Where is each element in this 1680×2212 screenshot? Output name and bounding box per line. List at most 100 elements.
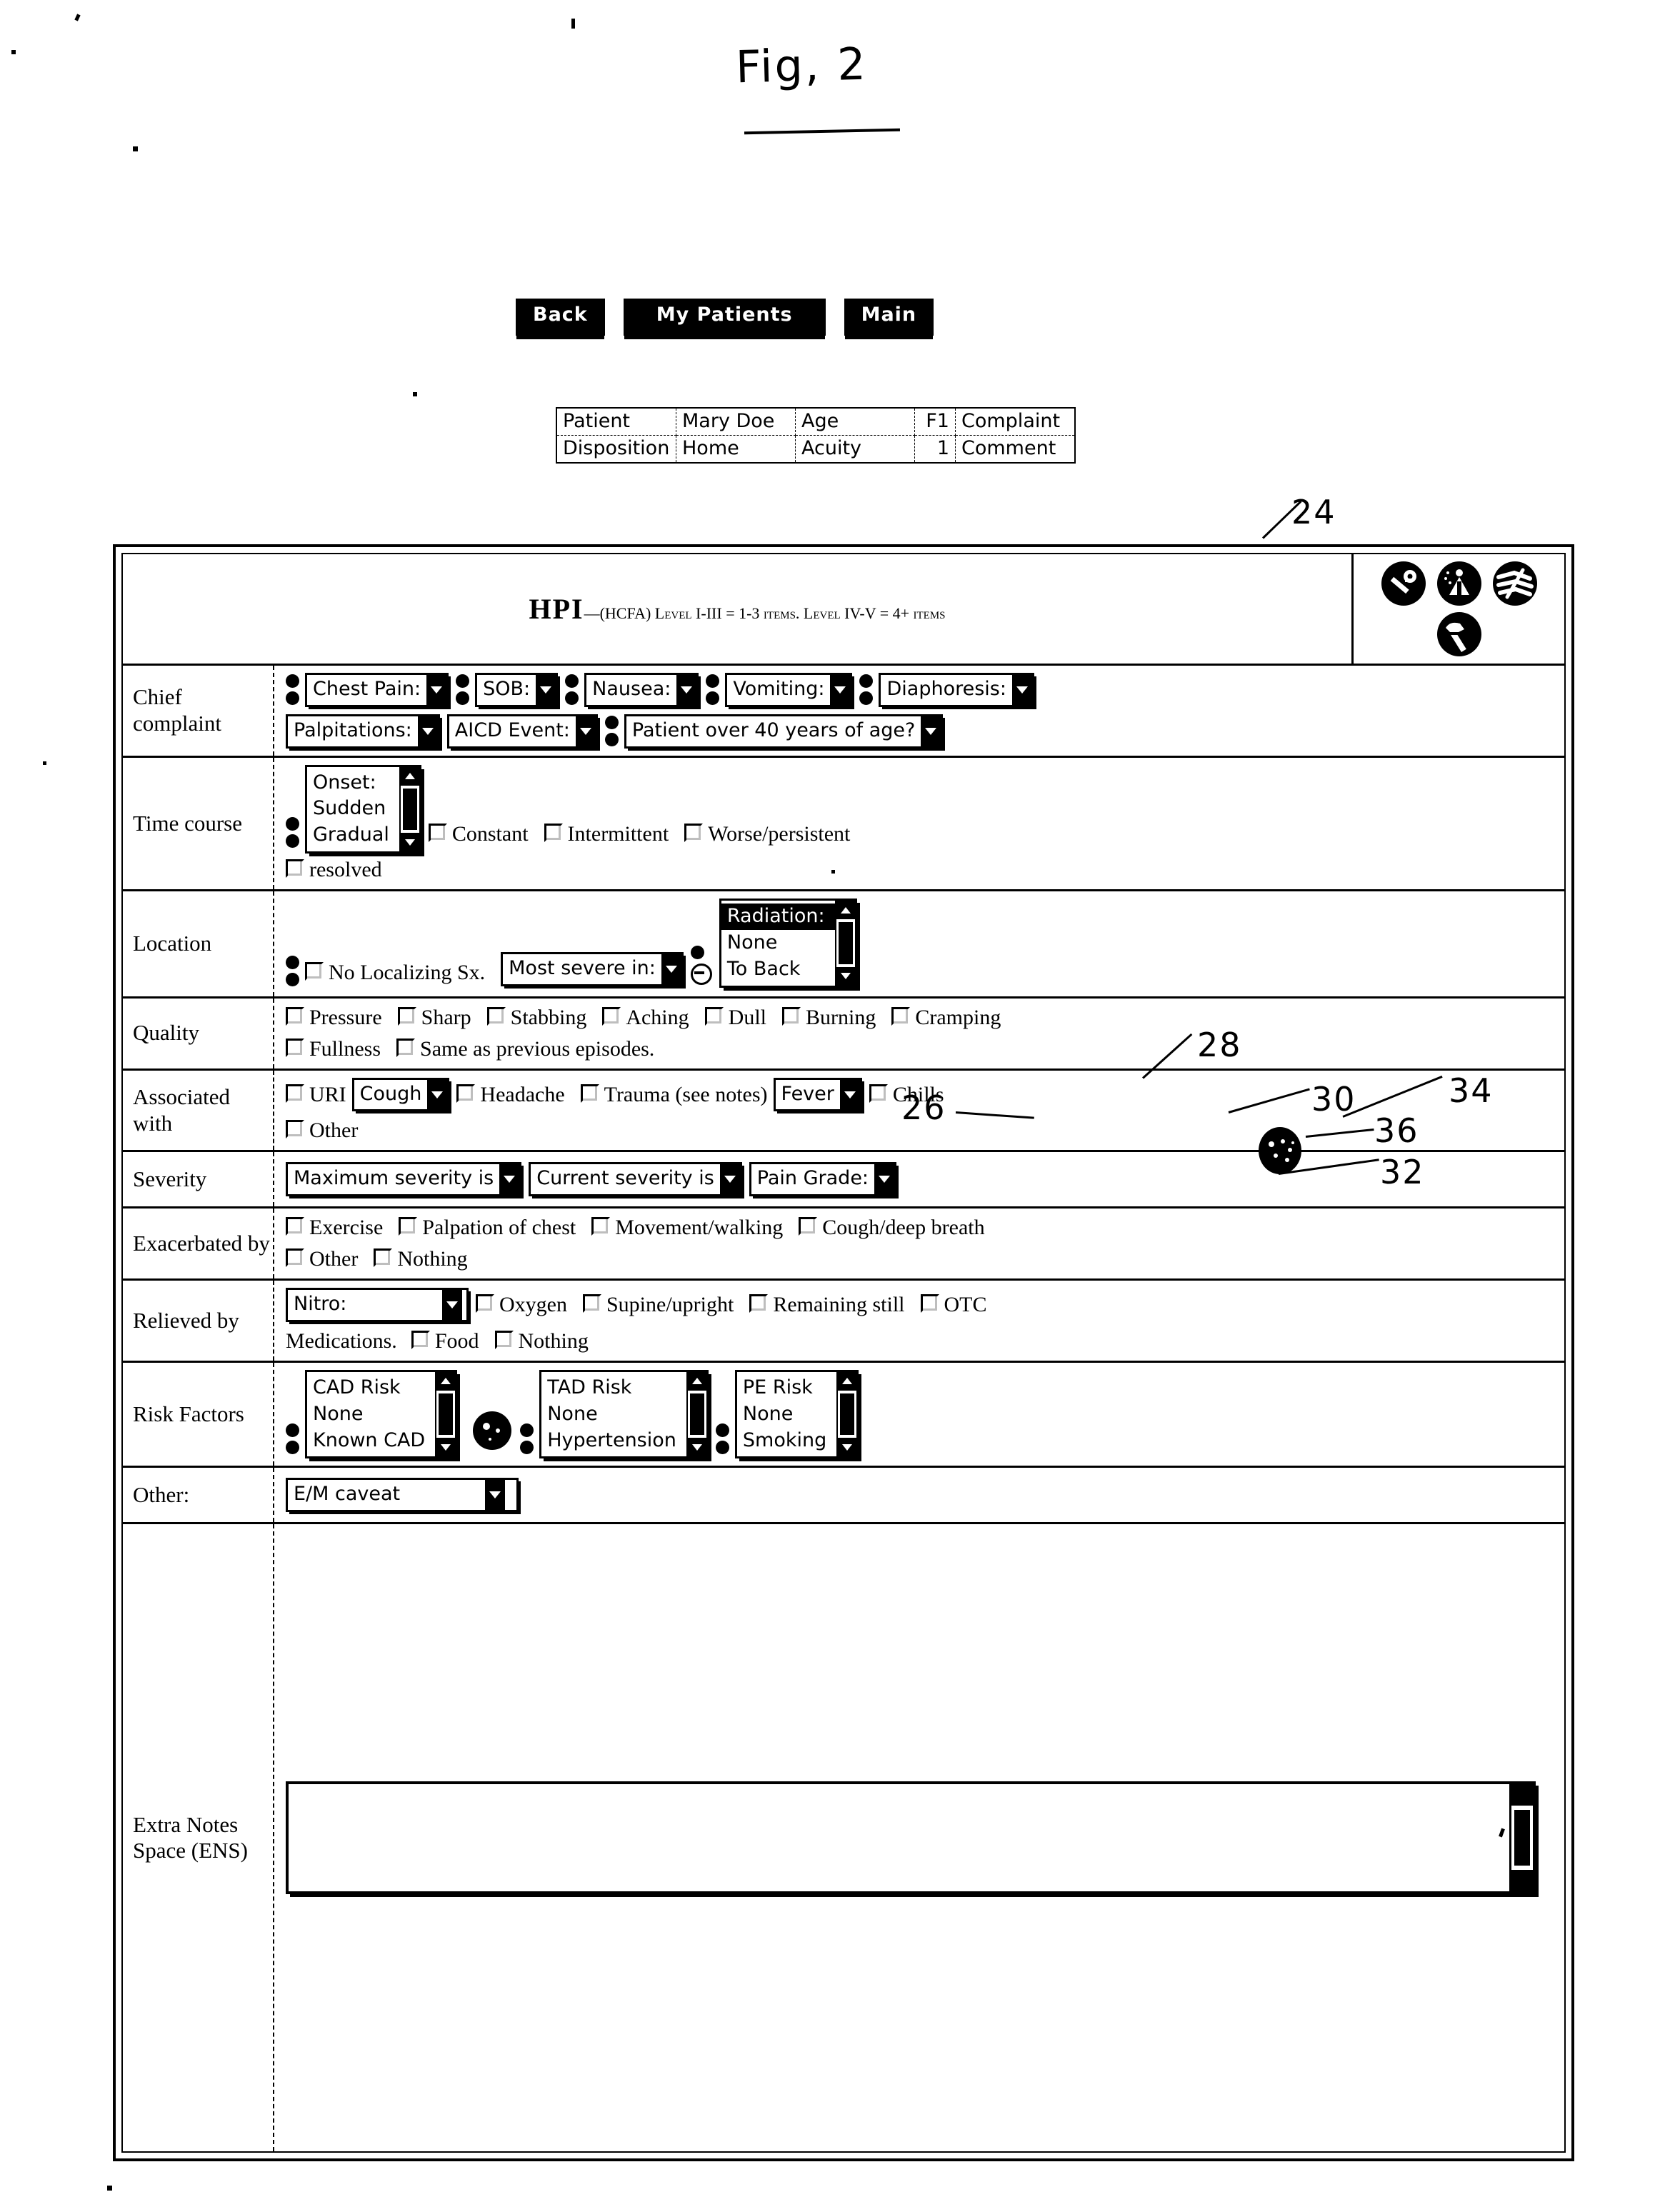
checkbox-same-as-previous[interactable]: Same as previous episodes. <box>396 1037 654 1061</box>
chevron-down-icon[interactable] <box>830 675 851 705</box>
checkbox-other-exacerbated[interactable]: Other <box>286 1247 358 1271</box>
diaphoresis-dropdown[interactable]: Diaphoresis: <box>879 673 1034 707</box>
scrollbar[interactable] <box>834 901 855 986</box>
checkbox-intermittent[interactable]: Intermittent <box>544 822 669 846</box>
scroll-up-icon[interactable] <box>1511 1784 1533 1806</box>
scroll-down-icon[interactable] <box>687 1438 706 1457</box>
chevron-down-icon[interactable] <box>499 1164 520 1195</box>
nitro-dropdown[interactable]: Nitro: <box>286 1288 469 1322</box>
checkbox-exercise[interactable]: Exercise <box>286 1216 383 1240</box>
pain-grade-dropdown[interactable]: Pain Grade: <box>749 1162 897 1197</box>
vomiting-dropdown[interactable]: Vomiting: <box>725 673 853 707</box>
scroll-down-icon[interactable] <box>1511 1870 1533 1892</box>
checkbox-trauma[interactable]: Trauma (see notes) <box>580 1083 768 1107</box>
chevron-down-icon[interactable] <box>921 716 941 746</box>
patient-over-40-dropdown[interactable]: Patient over 40 years of age? <box>624 714 944 749</box>
checkbox-dull[interactable]: Dull <box>704 1006 766 1030</box>
list-item[interactable]: Gradual <box>307 822 399 849</box>
checkbox-cramping[interactable]: Cramping <box>891 1006 1001 1030</box>
list-item[interactable]: CAD Risk <box>307 1375 435 1401</box>
scrollbar[interactable] <box>686 1371 706 1457</box>
chevron-down-icon[interactable] <box>676 675 697 705</box>
tad-risk-listbox[interactable]: TAD Risk None Hypertension <box>539 1369 709 1459</box>
disposition-value[interactable]: Home <box>676 435 796 464</box>
waves-icon[interactable] <box>1492 561 1537 606</box>
scroll-up-icon[interactable] <box>838 1371 857 1391</box>
list-item[interactable]: Sudden <box>307 796 399 822</box>
list-item[interactable]: None <box>541 1401 686 1428</box>
scroll-thumb[interactable] <box>402 788 417 831</box>
list-item[interactable]: Hypertension <box>541 1428 686 1454</box>
chevron-down-icon[interactable] <box>575 716 596 746</box>
aicd-event-dropdown[interactable]: AICD Event: <box>446 714 598 749</box>
chevron-down-icon[interactable] <box>417 716 438 746</box>
my-patients-button[interactable]: My Patients <box>623 299 826 336</box>
chevron-down-icon[interactable] <box>839 1079 860 1110</box>
scrollbar[interactable] <box>399 766 419 852</box>
chevron-down-icon[interactable] <box>661 954 681 984</box>
checkbox-supine-upright[interactable]: Supine/upright <box>582 1293 734 1317</box>
scroll-thumb[interactable] <box>1514 1810 1530 1866</box>
maximum-severity-dropdown[interactable]: Maximum severity is <box>286 1162 522 1197</box>
hammer-icon[interactable] <box>1436 612 1481 656</box>
pe-risk-listbox[interactable]: PE Risk None Smoking <box>734 1369 859 1459</box>
checkbox-fullness[interactable]: Fullness <box>286 1037 381 1061</box>
checkbox-sharp[interactable]: Sharp <box>397 1006 471 1030</box>
list-item[interactable]: Onset: <box>307 770 399 796</box>
fever-dropdown[interactable]: Fever <box>773 1077 862 1112</box>
acuity-value[interactable]: 1 <box>914 435 956 464</box>
list-item[interactable]: PE Risk <box>737 1375 836 1401</box>
checkbox-nothing-relieved[interactable]: Nothing <box>494 1329 589 1353</box>
chevron-down-icon[interactable] <box>427 1079 448 1110</box>
scroll-down-icon[interactable] <box>836 966 855 986</box>
chevron-down-icon[interactable] <box>874 1164 895 1195</box>
scroll-up-icon[interactable] <box>436 1371 456 1391</box>
scroll-up-icon[interactable] <box>687 1371 706 1391</box>
sob-dropdown[interactable]: SOB: <box>475 673 559 707</box>
patient-name-value[interactable]: Mary Doe <box>676 407 796 436</box>
chevron-down-icon[interactable] <box>426 675 447 705</box>
list-item[interactable]: None <box>737 1401 836 1428</box>
back-button[interactable]: Back <box>516 299 605 336</box>
checkbox-headache[interactable]: Headache <box>456 1083 565 1107</box>
list-item[interactable]: None <box>721 930 835 956</box>
palpitations-dropdown[interactable]: Palpitations: <box>286 714 440 749</box>
current-severity-dropdown[interactable]: Current severity is <box>529 1162 742 1197</box>
checkbox-aching[interactable]: Aching <box>602 1006 689 1030</box>
checkbox-otc[interactable]: OTC <box>920 1293 987 1317</box>
scroll-thumb[interactable] <box>838 922 853 964</box>
checkbox-cough-deep-breath[interactable]: Cough/deep breath <box>799 1216 985 1240</box>
list-item[interactable]: None <box>307 1401 435 1428</box>
main-button[interactable]: Main <box>844 299 934 336</box>
scrollbar[interactable] <box>836 1371 857 1457</box>
checkbox-constant[interactable]: Constant <box>428 822 529 846</box>
chevron-down-icon[interactable] <box>536 675 556 705</box>
checkbox-nothing-exacerbated[interactable]: Nothing <box>374 1247 468 1271</box>
checkbox-food[interactable]: Food <box>411 1329 479 1353</box>
most-severe-in-dropdown[interactable]: Most severe in: <box>501 951 684 986</box>
checkbox-burning[interactable]: Burning <box>782 1006 876 1030</box>
checkbox-uri[interactable]: URI <box>286 1083 346 1107</box>
checkbox-resolved[interactable]: resolved <box>286 858 382 882</box>
em-caveat-dropdown[interactable]: E/M caveat <box>286 1478 519 1513</box>
scrollbar[interactable] <box>1509 1784 1533 1892</box>
extra-notes-value[interactable] <box>289 1784 1509 1891</box>
checkbox-movement-walking[interactable]: Movement/walking <box>591 1216 783 1240</box>
key-icon[interactable] <box>1381 561 1426 606</box>
onset-listbox[interactable]: Onset: Sudden Gradual <box>305 764 421 854</box>
checkbox-other-associated[interactable]: Other <box>286 1118 358 1143</box>
chevron-down-icon[interactable] <box>1011 675 1032 705</box>
chevron-down-icon[interactable] <box>719 1164 740 1195</box>
checkbox-stabbing[interactable]: Stabbing <box>486 1006 586 1030</box>
alert-person-icon[interactable] <box>1436 561 1481 606</box>
list-item[interactable]: To Back <box>721 956 835 983</box>
list-item[interactable]: Radiation: <box>721 904 835 930</box>
scroll-thumb[interactable] <box>840 1393 855 1436</box>
scroll-up-icon[interactable] <box>836 901 855 920</box>
radio-icon[interactable] <box>690 963 712 985</box>
chevron-down-icon[interactable] <box>442 1290 462 1320</box>
list-item[interactable]: Known CAD <box>307 1428 435 1454</box>
checkbox-no-localizing-sx[interactable]: No Localizing Sx. <box>305 961 485 985</box>
checkbox-remaining-still[interactable]: Remaining still <box>749 1293 905 1317</box>
chest-pain-dropdown[interactable]: Chest Pain: <box>305 673 449 707</box>
